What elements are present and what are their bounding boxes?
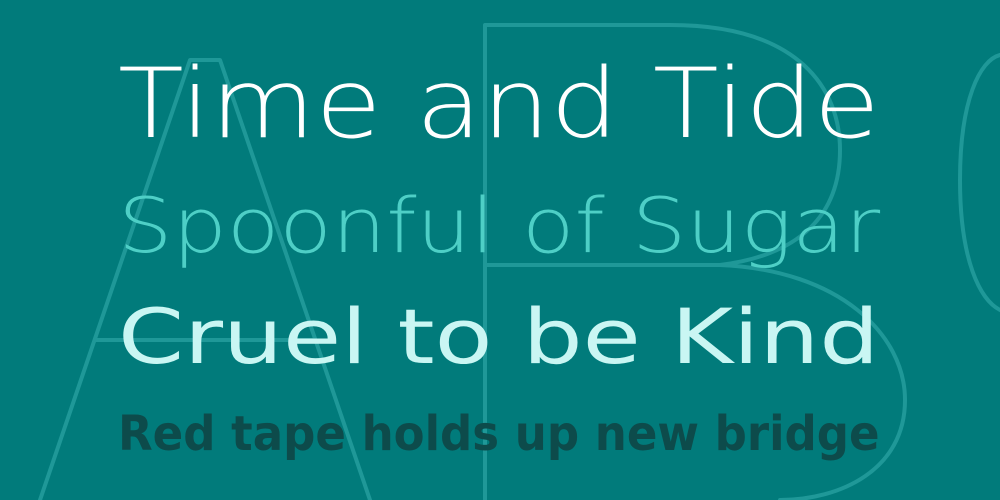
headline-cruel-to-be-kind: Cruel to be Kind [118,292,880,381]
headline-time-and-tide: Time and Tide [118,48,880,160]
headline-spoonful-of-sugar: Spoonful of Sugar [118,181,881,270]
outline-letter-c [958,53,1000,312]
headline-red-tape: Red tape holds up new bridge [118,406,880,462]
